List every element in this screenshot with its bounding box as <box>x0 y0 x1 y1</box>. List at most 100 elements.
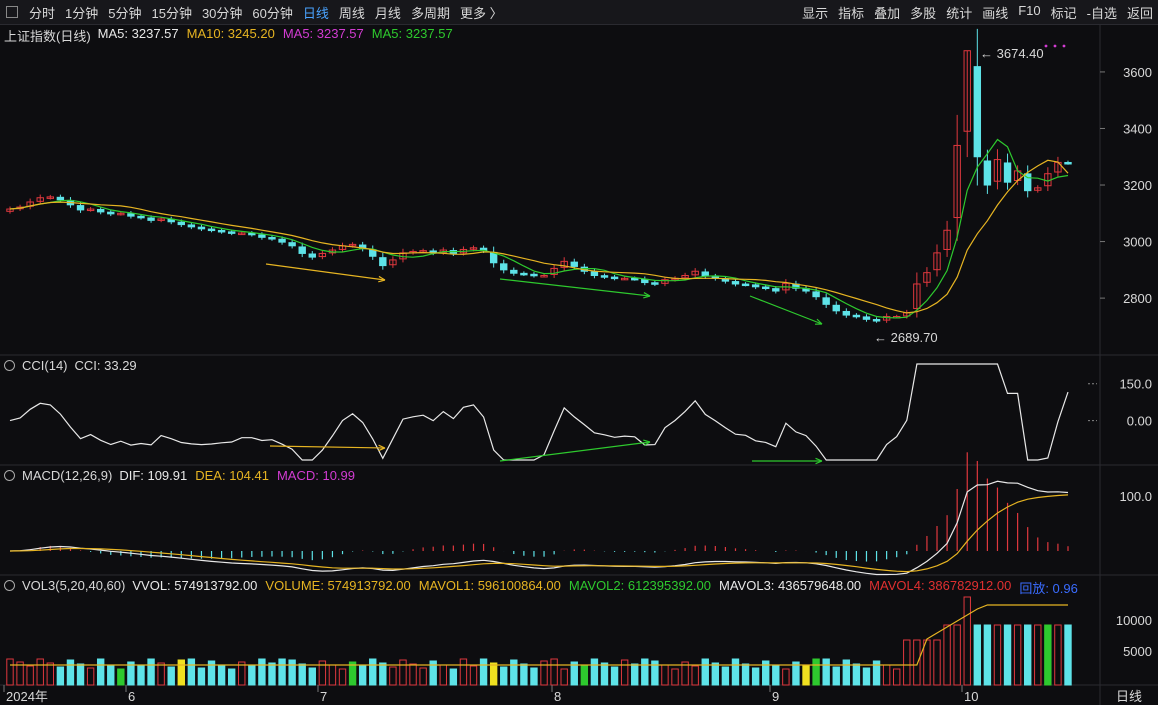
period-tab-5[interactable]: 60分钟 <box>247 3 297 22</box>
candle-body <box>127 213 135 217</box>
toolbar-action-1[interactable]: 指标 <box>833 3 869 22</box>
trend-arrow-3 <box>749 295 823 325</box>
candle-body <box>610 276 619 280</box>
window-icon[interactable] <box>6 6 18 18</box>
volume-bar <box>933 639 941 686</box>
cci-pane-header: CCI(14) CCI: 33.29 <box>4 358 137 373</box>
cci-title: CCI(14) <box>22 358 68 373</box>
volume-bar <box>469 665 478 686</box>
candle-body <box>510 269 518 274</box>
volume-bar <box>610 666 619 686</box>
macd-tick-0: 100.0 <box>1119 489 1152 504</box>
x-label-2: 7 <box>320 689 327 704</box>
volume-bar <box>580 665 589 686</box>
vol-vals-item-0: VVOL: 574913792.00 <box>132 578 258 593</box>
volume-bar <box>721 666 730 686</box>
toolbar-action-3[interactable]: 多股 <box>905 3 941 22</box>
candle-body <box>217 229 226 233</box>
cci-arrow-2 <box>499 441 651 462</box>
volume-bar <box>86 667 95 686</box>
macd-pane-header: MACD(12,26,9) DIF: 109.91 DEA: 104.41 MACD… <box>4 468 355 483</box>
volume-bar <box>409 663 417 686</box>
volume-bar <box>358 665 367 686</box>
vol-title: VOL3(5,20,40,60) <box>22 578 126 593</box>
candle-body <box>107 211 115 215</box>
period-tabs: 分时 1分钟 5分钟 15分钟 30分钟 60分钟 日线 周线 月线 多周期 更多 〉 <box>24 3 508 22</box>
toolbar-action-5[interactable]: 画线 <box>977 3 1013 22</box>
candle-body <box>812 291 820 298</box>
toolbar-action-6[interactable]: F10 <box>1013 3 1045 22</box>
period-tab-0[interactable]: 分时 <box>24 3 60 22</box>
volume-bar <box>96 658 105 686</box>
volume-bar <box>278 658 286 686</box>
period-tab-7[interactable]: 周线 <box>334 3 370 22</box>
main-inds-item-3: MA5: 3237.57 <box>371 26 453 41</box>
macd-vals-item-0: DIF: 109.91 <box>119 468 188 483</box>
volume-bar <box>560 668 568 686</box>
volume-bar <box>1054 624 1062 686</box>
toolbar-action-0[interactable]: 显示 <box>797 3 833 22</box>
toolbar-action-8[interactable]: -自选 <box>1082 3 1122 22</box>
price-tick-1: 3400 <box>1123 121 1152 136</box>
cci-tick-0: 150.0 <box>1119 377 1152 392</box>
candle-body <box>308 253 316 258</box>
candle-body <box>137 215 145 219</box>
x-period-label: 日线 <box>1116 689 1142 704</box>
volume-bar <box>66 659 75 686</box>
period-tab-4[interactable]: 30分钟 <box>197 3 247 22</box>
volume-bar <box>479 658 488 686</box>
volume-bar <box>147 658 155 686</box>
toolbar-action-7[interactable]: 标记 <box>1046 3 1082 22</box>
settings-circle-icon[interactable] <box>4 580 15 591</box>
volume-bar <box>489 662 498 686</box>
volume-bar <box>510 659 518 686</box>
settings-circle-icon[interactable] <box>4 360 15 371</box>
toolbar-action-2[interactable]: 叠加 <box>869 3 905 22</box>
volume-bar <box>46 662 55 686</box>
period-tab-8[interactable]: 月线 <box>370 3 406 22</box>
volume-bar <box>862 667 871 686</box>
volume-bar <box>248 665 256 686</box>
volume-bar <box>520 663 528 686</box>
candle-body <box>842 310 851 316</box>
candle-body <box>500 263 508 271</box>
volume-bar <box>772 664 780 686</box>
volume-bar <box>6 658 14 686</box>
vol-vals-item-6: 回放: 0.96 <box>1019 581 1078 596</box>
toolbar-action-4[interactable]: 统计 <box>941 3 977 22</box>
volume-bar <box>298 663 306 686</box>
candle-body <box>207 228 216 232</box>
volume-bar <box>812 658 820 686</box>
volume-bar <box>983 624 992 686</box>
cci-tick-1: 0.00 <box>1127 414 1152 429</box>
volume-bar <box>328 664 337 686</box>
macd-vals-item-2: MACD: 10.99 <box>276 468 356 483</box>
vol-vals-item-1: VOLUME: 574913792.00 <box>265 578 411 593</box>
candle-body <box>701 271 709 277</box>
period-tab-2[interactable]: 5分钟 <box>103 3 146 22</box>
volume-bar <box>197 667 206 686</box>
volume-bar <box>459 658 468 686</box>
volume-bar <box>26 665 34 686</box>
volume-bar <box>993 624 1002 686</box>
candle-body <box>762 286 770 290</box>
candle-body <box>741 283 750 287</box>
volume-bar <box>822 658 830 686</box>
volume-bar <box>973 624 982 686</box>
ma10-line <box>9 159 1069 314</box>
stock-chart[interactable]: 3600 3400 3200 3000 2800 150.0 0.00 100.0 10000 5… <box>0 24 1158 705</box>
period-tab-10[interactable]: 更多 〉 <box>455 3 508 22</box>
volume-bar <box>671 668 679 686</box>
period-tab-1[interactable]: 1分钟 <box>60 3 103 22</box>
main-inds-item-2: MA5: 3237.57 <box>282 26 364 41</box>
candle-body <box>288 242 296 247</box>
volume-bar <box>620 659 629 686</box>
settings-circle-icon[interactable] <box>4 470 15 481</box>
toolbar-action-9[interactable]: 返回 <box>1122 3 1158 22</box>
dif-line <box>9 480 1069 576</box>
x-label-5: 10 <box>964 689 978 704</box>
candle-body <box>96 208 105 213</box>
period-tab-6[interactable]: 日线 <box>298 3 334 22</box>
period-tab-3[interactable]: 15分钟 <box>146 3 196 22</box>
period-tab-9[interactable]: 多周期 <box>406 3 455 22</box>
